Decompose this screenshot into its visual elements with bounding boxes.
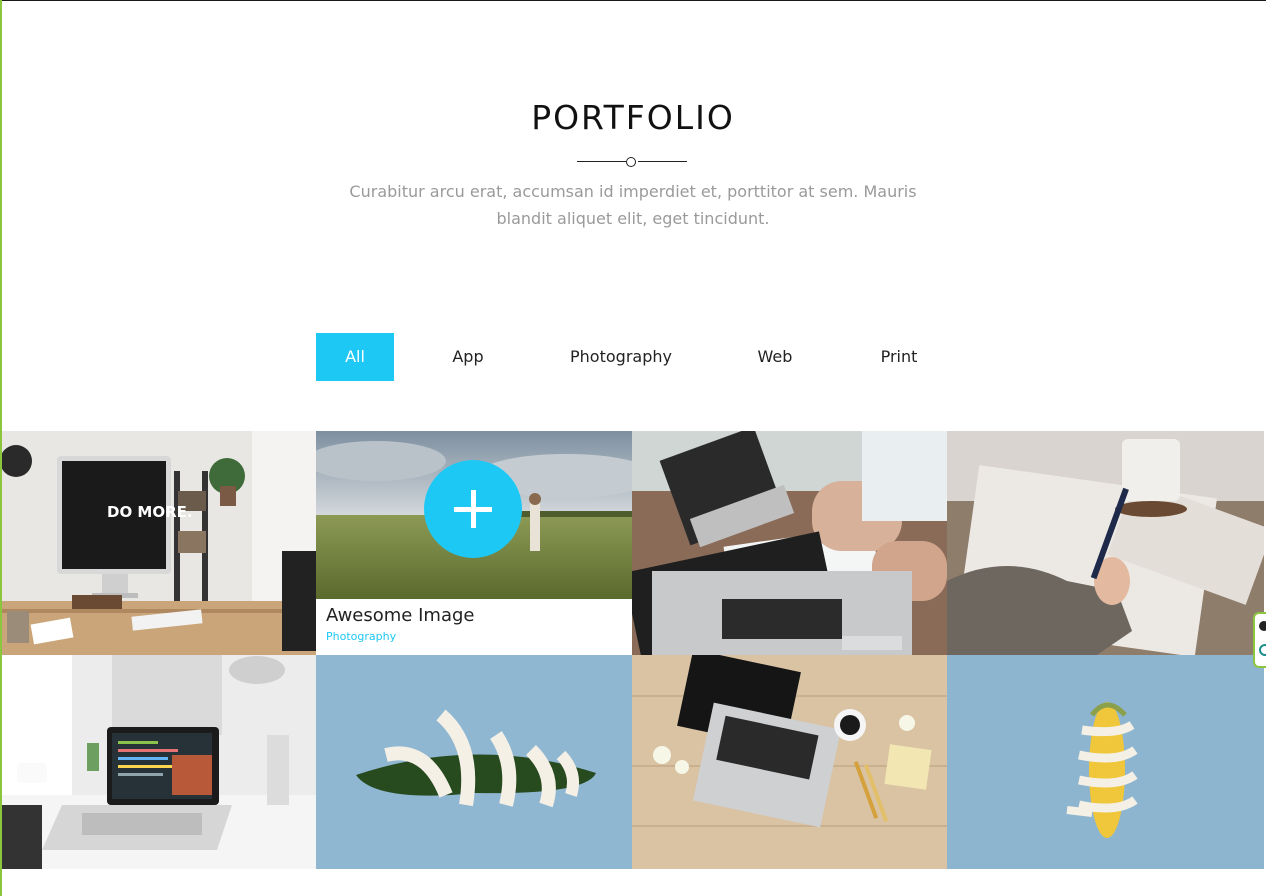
portfolio-grid: DO MORE. Awesome Image Photography	[2, 431, 1264, 869]
notebook-writing-image	[947, 431, 1264, 655]
portfolio-item-corn[interactable]	[947, 655, 1264, 869]
portfolio-filter-bar: All App Photography Web Print	[0, 333, 1266, 381]
section-intro: Curabitur arcu erat, accumsan id imperdi…	[349, 182, 917, 228]
filter-print[interactable]: Print	[864, 333, 934, 381]
filter-app[interactable]: App	[428, 333, 508, 381]
settings-icon[interactable]	[1259, 644, 1266, 656]
wood-desk-image	[632, 655, 947, 869]
item-title[interactable]: Awesome Image	[326, 605, 474, 626]
filter-all[interactable]: All	[316, 333, 394, 381]
top-border	[0, 0, 1266, 1]
svg-text:DO MORE.: DO MORE.	[107, 503, 193, 521]
portfolio-item-workspace-code[interactable]	[2, 655, 316, 869]
portfolio-item-notebook[interactable]	[947, 431, 1264, 655]
section-title: PORTFOLIO	[531, 98, 735, 137]
title-divider	[577, 157, 687, 167]
portfolio-item-laptop-notes[interactable]	[632, 431, 947, 655]
portfolio-item-wood-desk[interactable]	[632, 655, 947, 869]
portfolio-item-desk-imac[interactable]: DO MORE.	[2, 431, 316, 655]
close-icon[interactable]	[1259, 621, 1266, 631]
portfolio-item-field[interactable]: Awesome Image Photography	[316, 431, 632, 655]
portfolio-item-cucumber[interactable]	[316, 655, 632, 869]
item-category[interactable]: Photography	[326, 630, 396, 643]
filter-web[interactable]: Web	[740, 333, 810, 381]
workspace-code-image	[2, 655, 316, 869]
cucumber-tape-image	[316, 655, 632, 869]
desk-imac-image: DO MORE.	[2, 431, 316, 655]
open-item-button[interactable]	[424, 460, 522, 558]
filter-photography[interactable]: Photography	[560, 333, 682, 381]
floating-side-widget[interactable]	[1253, 612, 1266, 668]
corn-tape-image	[947, 655, 1264, 869]
item-caption: Awesome Image Photography	[316, 599, 632, 655]
laptop-notes-image	[632, 431, 947, 655]
